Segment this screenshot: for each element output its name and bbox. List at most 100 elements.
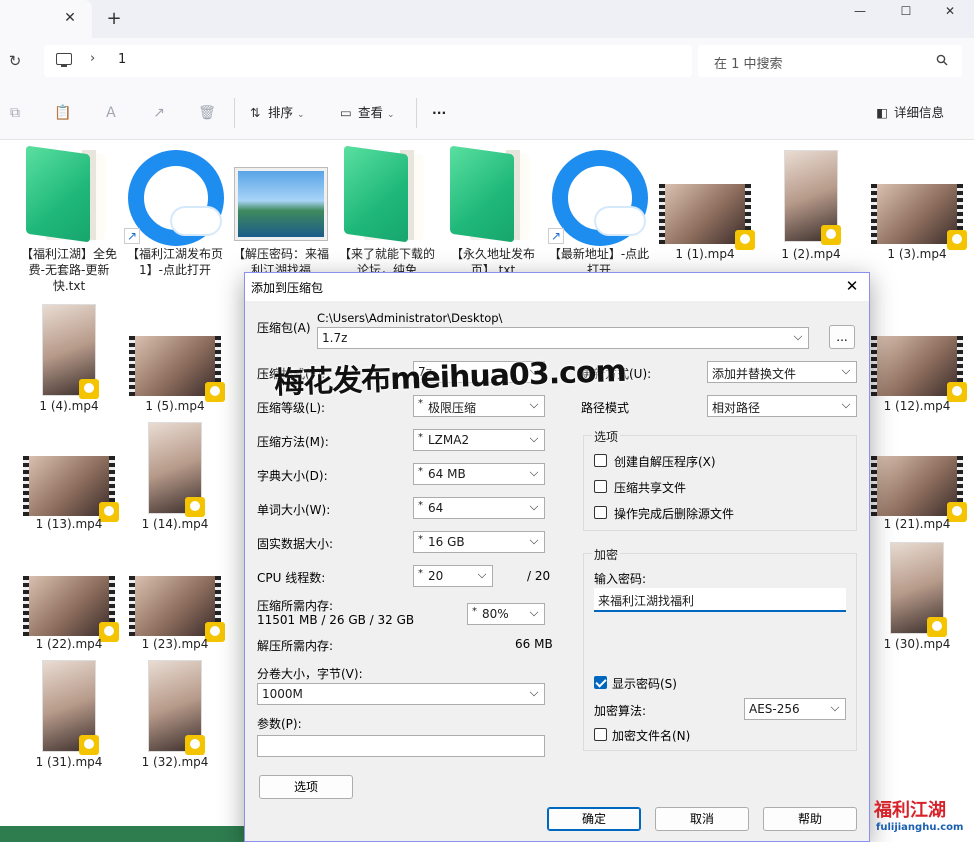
dict-select[interactable]: 64 MB * [413,463,545,485]
solid-select[interactable]: 16 GB * [413,531,545,553]
path-mode-select[interactable]: 相对路径 [707,395,857,417]
text-file-icon [344,145,424,243]
ok-button[interactable]: 确定 [547,807,641,831]
view-button[interactable]: ▭ 查看 ⌄ [340,103,395,123]
breadcrumb-folder[interactable]: 1 [118,52,126,67]
file-item[interactable]: 1 (13).mp4 [16,420,122,538]
file-name: 1 (22).mp4 [35,637,103,651]
modified-marker: * [418,568,423,579]
file-item[interactable]: 1 (30).mp4 [864,540,970,658]
file-name: 1 (31).mp4 [35,755,103,769]
address-field[interactable]: › 1 [44,45,692,77]
word-value: 64 [428,501,444,515]
maximize-icon[interactable]: ☐ [896,4,916,20]
new-tab-icon[interactable]: + [106,10,122,28]
update-select[interactable]: 添加并替换文件 [707,361,857,383]
algorithm-label: 加密算法: [594,704,647,718]
sort-button[interactable]: ⇅ 排序 ⌄ [250,103,305,123]
password-input[interactable]: 来福利江湖找福利 [594,588,846,612]
params-input[interactable] [257,735,545,757]
browse-button[interactable]: ... [829,325,855,349]
divider [416,98,417,128]
encrypt-names-checkbox[interactable] [594,728,607,741]
search-input[interactable]: 在 1 中搜索 [714,53,783,72]
algorithm-select[interactable]: AES-256 [744,698,846,720]
chevron-down-icon [841,399,851,409]
file-item[interactable]: 1 (4).mp4 [16,300,122,418]
paste-icon[interactable]: 📋 [54,104,72,122]
file-item[interactable]: 1 (1).mp4 [652,146,758,266]
file-item[interactable]: 1 (2).mp4 [758,146,864,266]
encrypt-names-label[interactable]: 加密文件名(N) [612,727,690,744]
modified-marker: * [418,398,423,409]
tab-folder-1[interactable]: ✕ [0,0,92,38]
rename-icon[interactable]: Ａ [102,104,120,122]
file-item[interactable]: 1 (21).mp4 [864,420,970,538]
view-label: 查看 [358,105,384,120]
close-window-icon[interactable]: ✕ [940,4,960,20]
file-item[interactable]: 1 (22).mp4 [16,540,122,658]
mem-decomp-value: 66 MB [515,637,553,651]
threads-value: 20 [428,569,444,583]
shared-files-label[interactable]: 压缩共享文件 [614,479,686,496]
delete-source-label[interactable]: 操作完成后删除源文件 [614,505,734,522]
video-thumbnail [890,542,947,637]
browser-shortcut-icon: ↗ [548,150,648,246]
file-item[interactable]: 【福利江湖】全免费-无套路-更新快.txt [16,145,122,296]
file-item[interactable]: 1 (12).mp4 [864,300,970,418]
file-item[interactable]: 1 (31).mp4 [16,658,122,776]
more-button[interactable]: ··· [432,103,446,123]
modified-marker: * [418,534,423,545]
cancel-button[interactable]: 取消 [655,807,749,831]
word-select[interactable]: 64 * [413,497,545,519]
file-item[interactable]: 1 (32).mp4 [122,658,228,776]
chevron-right-icon[interactable]: › [90,51,95,66]
options-button[interactable]: 选项 [259,775,353,799]
show-password-label[interactable]: 显示密码(S) [612,675,677,692]
file-item[interactable]: 1 (14).mp4 [122,420,228,538]
level-select[interactable]: 极限压缩 * [413,395,545,417]
file-item[interactable]: 1 (5).mp4 [122,300,228,418]
method-select[interactable]: LZMA2 * [413,429,545,451]
chevron-down-icon [529,501,539,511]
file-item[interactable]: 1 (23).mp4 [122,540,228,658]
help-button[interactable]: 帮助 [763,807,857,831]
mem-percent-select[interactable]: 80% * [467,603,545,625]
threads-select[interactable]: 20 * [413,565,493,587]
shared-files-checkbox[interactable] [594,480,607,493]
details-pane-icon: ◧ [876,105,888,120]
file-item[interactable]: 1 (3).mp4 [864,146,970,266]
search-box[interactable]: 在 1 中搜索 [698,45,962,77]
search-icon [936,54,948,66]
text-file-icon [26,145,106,243]
delete-source-checkbox[interactable] [594,506,607,519]
minimize-icon[interactable]: — [850,4,870,20]
mem-percent-value: 80% [482,607,509,621]
copy-icon[interactable]: ⧉ [6,104,24,122]
tab-close-icon[interactable]: ✕ [62,10,78,26]
archive-name-combo[interactable]: 1.7z [317,327,809,349]
details-button[interactable]: ◧ 详细信息 [876,103,944,123]
split-label: 分卷大小，字节(V): [257,667,363,681]
split-select[interactable]: 1000M [257,683,545,705]
solid-value: 16 GB [428,535,465,549]
file-item[interactable]: ↗ 【福利江湖发布页1】-点此打开 [122,146,228,296]
delete-icon[interactable]: 🗑 [198,104,216,122]
video-thumbnail [148,660,205,755]
divider [234,98,235,128]
chevron-down-icon: ⌄ [387,110,395,120]
player-badge-icon [79,379,99,399]
video-thumbnail [148,422,205,517]
refresh-icon[interactable]: ↻ [6,52,24,70]
dict-label: 字典大小(D): [257,469,328,483]
modified-marker: * [472,606,477,617]
sfx-label[interactable]: 创建自解压程序(X) [614,453,716,470]
player-badge-icon [821,225,841,245]
close-icon[interactable]: ✕ [843,277,861,295]
sfx-checkbox[interactable] [594,454,607,467]
share-icon[interactable]: ↗ [150,104,168,122]
show-password-checkbox[interactable] [594,676,607,689]
mem-comp-label: 压缩所需内存: [257,599,334,613]
word-label: 单词大小(W): [257,503,331,517]
solid-label: 固实数据大小: [257,537,334,551]
